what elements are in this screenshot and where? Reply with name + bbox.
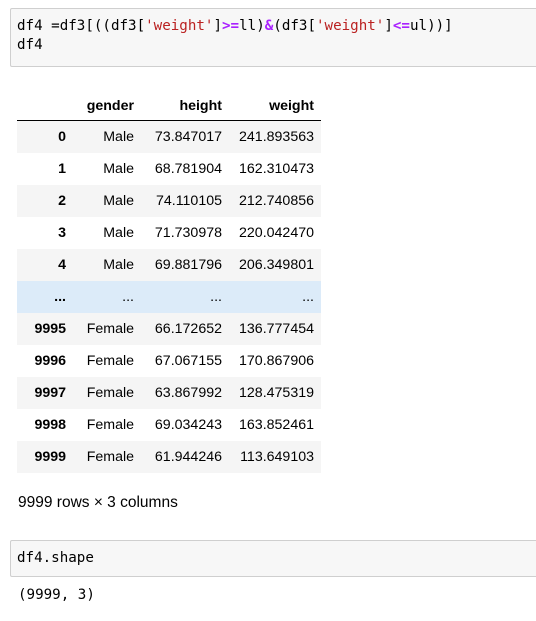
table-row: 9995 Female 66.172652 136.777454 bbox=[17, 313, 321, 345]
code-token: ul))] bbox=[409, 18, 453, 34]
code-line-1: df4.shape bbox=[17, 550, 94, 566]
row-index: 9995 bbox=[34, 321, 66, 337]
column-header-gender: gender bbox=[73, 92, 141, 121]
cell-height: 71.730978 bbox=[154, 225, 222, 241]
cell-gender: Female bbox=[86, 321, 134, 337]
row-index: 9996 bbox=[34, 353, 66, 369]
cell-gender: Male bbox=[103, 225, 134, 241]
row-index: 9998 bbox=[34, 417, 66, 433]
row-index: 4 bbox=[58, 257, 66, 273]
row-index: 0 bbox=[58, 129, 66, 145]
cell-weight: 163.852461 bbox=[239, 417, 314, 433]
code-line-2: df4 bbox=[17, 37, 43, 53]
dataframe-table: gender height weight 0 Male 73.847017 24… bbox=[17, 92, 321, 473]
code-token: ll) bbox=[239, 18, 265, 34]
code-operator: & bbox=[264, 18, 274, 34]
code-token: ] bbox=[384, 18, 393, 34]
row-index: 3 bbox=[58, 225, 66, 241]
code-string: 'weight' bbox=[316, 18, 385, 34]
cell-weight: 220.042470 bbox=[239, 225, 314, 241]
cell-gender: Female bbox=[86, 417, 134, 433]
row-index: ... bbox=[54, 289, 66, 305]
table-row: 9996 Female 67.067155 170.867906 bbox=[17, 345, 321, 377]
cell-weight: 113.649103 bbox=[240, 449, 314, 465]
cell-weight: 241.893563 bbox=[239, 129, 314, 145]
cell-gender: Male bbox=[103, 129, 134, 145]
table-row: 9999 Female 61.944246 113.649103 bbox=[17, 441, 321, 473]
code-token: (df3[ bbox=[273, 18, 316, 34]
cell-gender: Female bbox=[86, 385, 134, 401]
cell-height: 61.944246 bbox=[154, 449, 222, 465]
cell-gender: Female bbox=[86, 353, 134, 369]
row-index: 2 bbox=[58, 193, 66, 209]
cell-height: 69.881796 bbox=[154, 257, 222, 273]
cell-weight: ... bbox=[302, 289, 314, 305]
code-string: 'weight' bbox=[145, 18, 214, 34]
table-row: 3 Male 71.730978 220.042470 bbox=[17, 217, 321, 249]
cell-height: ... bbox=[210, 289, 222, 305]
cell-gender: Male bbox=[103, 193, 134, 209]
cell-gender: Male bbox=[103, 257, 134, 273]
column-header-index bbox=[17, 92, 73, 121]
table-row: 9997 Female 63.867992 128.475319 bbox=[17, 377, 321, 409]
cell-weight: 206.349801 bbox=[239, 257, 314, 273]
row-index: 9997 bbox=[34, 385, 66, 401]
table-row: 0 Male 73.847017 241.893563 bbox=[17, 120, 321, 153]
cell-gender: Male bbox=[103, 161, 134, 177]
cell-height: 73.847017 bbox=[154, 129, 222, 145]
cell-height: 74.110105 bbox=[155, 193, 222, 209]
cell-height: 63.867992 bbox=[154, 385, 222, 401]
cell-gender: Female bbox=[86, 449, 134, 465]
column-header-height: height bbox=[141, 92, 229, 121]
cell-weight: 162.310473 bbox=[239, 161, 314, 177]
table-row-ellipsis: ... ... ... ... bbox=[17, 281, 321, 313]
cell-gender: ... bbox=[122, 289, 134, 305]
table-row: 1 Male 68.781904 162.310473 bbox=[17, 153, 321, 185]
cell-height: 68.781904 bbox=[154, 161, 222, 177]
table-row: 4 Male 69.881796 206.349801 bbox=[17, 249, 321, 281]
code-cell-filter[interactable]: df4 =df3[((df3['weight']>=ll)&(df3['weig… bbox=[10, 8, 536, 67]
cell-height: 69.034243 bbox=[154, 417, 222, 433]
column-header-weight: weight bbox=[229, 92, 321, 121]
code-operator: <= bbox=[392, 18, 410, 34]
dataframe-summary: 9999 rows × 3 columns bbox=[18, 494, 178, 511]
code-token: df4 =df3[((df3[ bbox=[17, 18, 146, 34]
shape-output: (9999, 3) bbox=[18, 587, 95, 603]
code-operator: >= bbox=[222, 18, 240, 34]
cell-height: 67.067155 bbox=[154, 353, 222, 369]
table-row: 2 Male 74.110105 212.740856 bbox=[17, 185, 321, 217]
code-cell-shape[interactable]: df4.shape bbox=[10, 540, 536, 577]
cell-weight: 128.475319 bbox=[239, 385, 314, 401]
code-token: ] bbox=[213, 18, 223, 34]
cell-weight: 212.740856 bbox=[239, 193, 314, 209]
table-header-row: gender height weight bbox=[17, 92, 321, 121]
cell-weight: 170.867906 bbox=[239, 353, 314, 369]
cell-height: 66.172652 bbox=[154, 321, 222, 337]
code-line-1: df4 =df3[((df3['weight']>=ll)&(df3['weig… bbox=[17, 18, 453, 34]
row-index: 9999 bbox=[34, 449, 66, 465]
table-row: 9998 Female 69.034243 163.852461 bbox=[17, 409, 321, 441]
row-index: 1 bbox=[58, 161, 66, 177]
cell-weight: 136.777454 bbox=[239, 321, 314, 337]
